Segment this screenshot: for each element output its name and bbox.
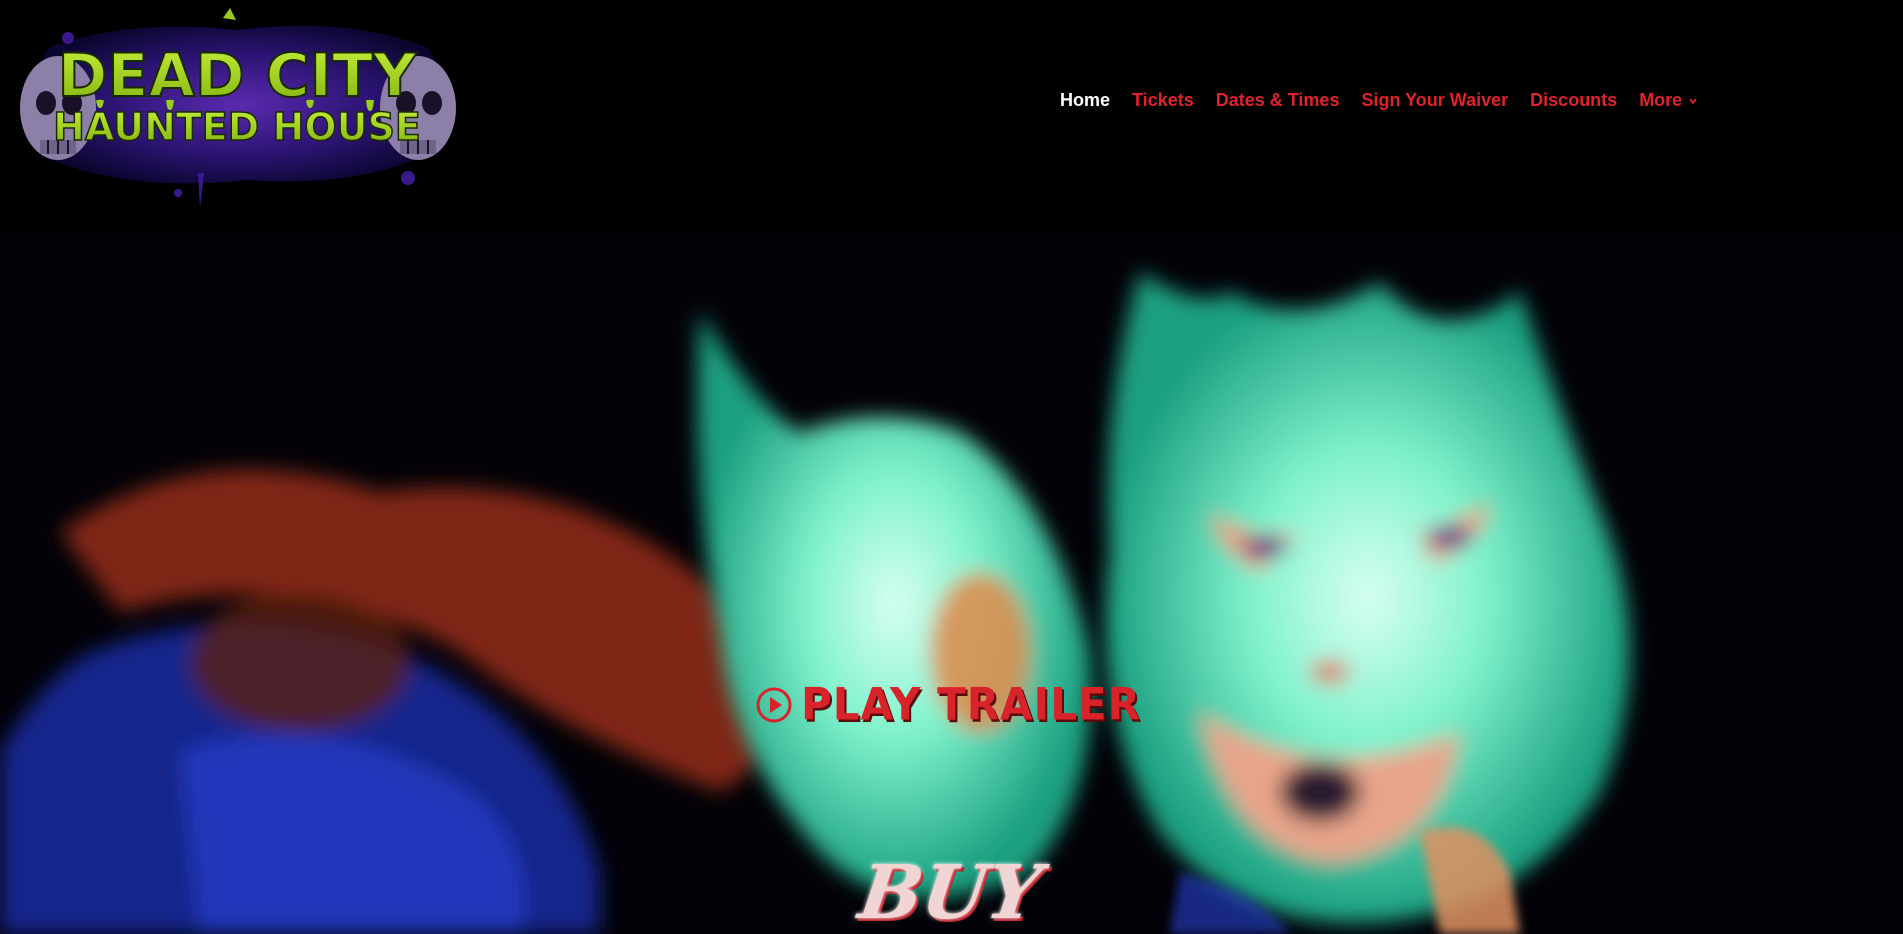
logo-line1: DEAD CITY	[58, 41, 418, 111]
site-header: DEAD CITY HAUNTED HOUSE Home Tickets Dat…	[0, 0, 1903, 232]
nav-item-discounts[interactable]: Discounts	[1530, 90, 1617, 111]
main-nav: Home Tickets Dates & Times Sign Your Wai…	[1060, 90, 1698, 111]
hero-video-banner: PLAY TRAILER BUY	[0, 232, 1903, 934]
nav-item-more-label: More	[1639, 90, 1683, 110]
play-trailer-button[interactable]: PLAY TRAILER	[755, 678, 1141, 731]
nav-item-dates-times[interactable]: Dates & Times	[1216, 90, 1340, 111]
play-trailer-label: PLAY TRAILER	[801, 678, 1141, 731]
play-circle-icon	[756, 687, 792, 722]
buy-tickets-link[interactable]: BUY	[854, 850, 1046, 934]
nav-item-home[interactable]: Home	[1060, 90, 1110, 111]
logo-line2: HAUNTED HOUSE	[53, 105, 421, 149]
nav-item-sign-waiver[interactable]: Sign Your Waiver	[1361, 90, 1508, 111]
hero-background-image	[0, 232, 1903, 934]
nav-item-more[interactable]: More	[1639, 90, 1698, 111]
site-logo[interactable]: DEAD CITY HAUNTED HOUSE	[8, 8, 466, 208]
nav-item-tickets[interactable]: Tickets	[1132, 90, 1194, 111]
dead-city-logo-graphic: DEAD CITY HAUNTED HOUSE	[20, 8, 456, 208]
chevron-down-icon	[1689, 97, 1697, 104]
